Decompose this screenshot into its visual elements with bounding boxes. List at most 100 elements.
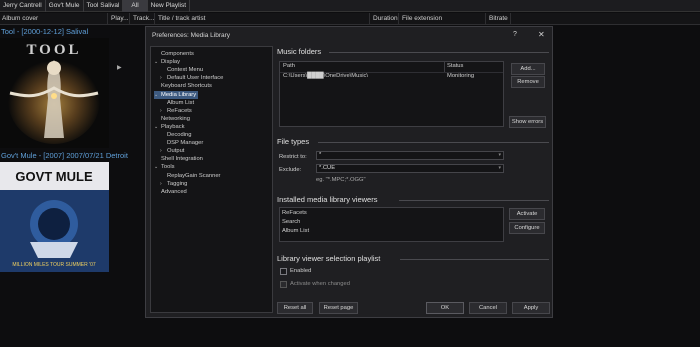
col-track[interactable]: Track... bbox=[131, 13, 155, 25]
reset-all-button[interactable]: Reset all bbox=[277, 302, 313, 314]
tree-item-label: ReFacets bbox=[167, 107, 192, 114]
tree-item-label: Playback bbox=[161, 123, 185, 130]
restrict-to-input[interactable]: * ▾ bbox=[316, 151, 504, 160]
col-status-header[interactable]: Status bbox=[447, 63, 463, 69]
tree-item-default-user-interface[interactable]: › Default User Interface bbox=[160, 74, 223, 82]
tree-item-label: Components bbox=[161, 51, 194, 57]
tree-item-label: Tagging bbox=[167, 180, 188, 187]
now-playing-icon: ▶ bbox=[117, 65, 122, 71]
chevron-down-icon[interactable]: ⌄ bbox=[154, 163, 161, 171]
enabled-checkbox[interactable] bbox=[280, 268, 287, 275]
tree-item-refacets[interactable]: › ReFacets bbox=[160, 107, 192, 115]
chevron-down-icon[interactable]: ⌄ bbox=[154, 58, 161, 66]
tree-item-display[interactable]: ⌄ Display bbox=[154, 58, 180, 66]
viewers-list[interactable]: ReFacets Search Album List bbox=[279, 207, 504, 242]
show-errors-button[interactable]: Show errors bbox=[509, 116, 546, 128]
music-folders-list[interactable]: Path Status C:\Users\████\OneDrive\Music… bbox=[279, 61, 504, 127]
exclude-value: *.CUE bbox=[319, 165, 336, 171]
file-types-hint: eg. "*.MPC;*.OGG" bbox=[316, 177, 366, 183]
chevron-down-icon[interactable]: ▾ bbox=[498, 152, 501, 159]
tree-item-label: Default User Interface bbox=[167, 75, 224, 82]
tab-tool-salival[interactable]: Tool Salival bbox=[84, 0, 124, 12]
ok-button[interactable]: OK bbox=[426, 302, 464, 314]
col-playing[interactable]: Play... bbox=[109, 13, 130, 25]
tab-govt-mule[interactable]: Gov't Mule bbox=[46, 0, 84, 12]
tab-new-playlist[interactable]: New Playlist bbox=[148, 0, 191, 12]
group-title-govt-mule: Gov't Mule - [2007] 2007/07/21 Detroit bbox=[1, 151, 128, 160]
help-button[interactable]: ? bbox=[513, 31, 517, 38]
svg-text:MILLION MILES TOUR SUMMER '07: MILLION MILES TOUR SUMMER '07 bbox=[12, 262, 96, 268]
col-title[interactable]: Title / track artist bbox=[156, 13, 370, 25]
tree-item-label: Context Menu bbox=[167, 67, 204, 74]
chevron-right-icon[interactable]: › bbox=[160, 147, 167, 155]
preferences-dialog: Preferences: Media Library ? ✕ Component… bbox=[145, 26, 553, 318]
col-duration[interactable]: Duration bbox=[371, 13, 399, 25]
tab-jerry-cantrell[interactable]: Jerry Cantrell bbox=[0, 0, 46, 12]
exclude-input[interactable]: *.CUE ▾ bbox=[316, 164, 504, 173]
tree-item-label: ReplayGain Scanner bbox=[167, 172, 221, 179]
viewers-heading: Installed media library viewers bbox=[277, 195, 378, 204]
reset-page-button[interactable]: Reset page bbox=[319, 302, 358, 314]
tab-all[interactable]: All bbox=[123, 0, 148, 12]
tree-item-replaygain-scanner[interactable]: ReplayGain Scanner bbox=[160, 172, 221, 180]
remove-folder-button[interactable]: Remove bbox=[511, 76, 545, 88]
chevron-right-icon[interactable]: › bbox=[160, 74, 167, 82]
tree-item-playback[interactable]: ⌄ Playback bbox=[154, 123, 185, 131]
activate-changed-checkbox[interactable] bbox=[280, 281, 287, 288]
viewer-item-search[interactable]: Search bbox=[282, 219, 300, 225]
tree-item-dsp-manager[interactable]: DSP Manager bbox=[160, 139, 203, 147]
preferences-tree: Components ⌄ Display Context Menu › Default U… bbox=[150, 46, 273, 313]
album-art-tool-text: TOOL bbox=[26, 42, 81, 58]
music-folders-heading: Music folders bbox=[277, 47, 322, 56]
activate-changed-label: Activate when changed bbox=[290, 281, 350, 287]
column-header: Album cover Play... Track... Title / tra… bbox=[0, 13, 700, 25]
tree-item-output[interactable]: › Output bbox=[160, 147, 184, 155]
tree-item-label: Output bbox=[167, 148, 185, 155]
tree-item-keyboard-shortcuts[interactable]: Keyboard Shortcuts bbox=[154, 82, 212, 90]
viewer-item-album-list[interactable]: Album List bbox=[282, 228, 309, 234]
viewer-item-refacets[interactable]: ReFacets bbox=[282, 210, 307, 216]
tree-item-label: Networking bbox=[161, 115, 190, 122]
tree-item-tagging[interactable]: › Tagging bbox=[160, 180, 187, 188]
album-art-govt-mule: GOVT MULE MILLION MILES TOUR SUMMER '07 bbox=[0, 162, 109, 272]
chevron-down-icon[interactable]: ⌄ bbox=[154, 91, 161, 99]
tree-item-label: DSP Manager bbox=[167, 140, 204, 147]
viewers-divider bbox=[399, 200, 549, 201]
restrict-to-value: * bbox=[319, 152, 322, 158]
file-types-heading: File types bbox=[277, 137, 310, 146]
playlist-tab-bar: Jerry Cantrell Gov't Mule Tool Salival A… bbox=[0, 0, 700, 12]
tree-item-context-menu[interactable]: Context Menu bbox=[160, 66, 203, 74]
tree-item-shell-integration[interactable]: Shell Integration bbox=[154, 155, 203, 163]
exclude-label: Exclude: bbox=[279, 167, 302, 173]
col-file-extension[interactable]: File extension bbox=[400, 13, 486, 25]
close-button[interactable]: ✕ bbox=[538, 30, 545, 39]
cancel-button[interactable]: Cancel bbox=[469, 302, 507, 314]
file-types-divider bbox=[318, 142, 549, 143]
add-folder-button[interactable]: Add... bbox=[511, 63, 545, 75]
tree-item-decoding[interactable]: Decoding bbox=[160, 131, 192, 139]
tree-item-advanced[interactable]: Advanced bbox=[154, 188, 187, 196]
configure-button[interactable]: Configure bbox=[509, 222, 545, 234]
chevron-right-icon[interactable]: › bbox=[160, 107, 167, 115]
tree-item-label: Shell Integration bbox=[161, 156, 203, 163]
tree-item-label: Display bbox=[161, 59, 181, 66]
tree-item-components[interactable]: Components bbox=[154, 50, 194, 58]
col-album-cover[interactable]: Album cover bbox=[0, 13, 108, 25]
tree-item-album-list[interactable]: Album List bbox=[160, 99, 194, 107]
apply-button[interactable]: Apply bbox=[512, 302, 550, 314]
tree-item-label: Album List bbox=[167, 99, 195, 106]
chevron-right-icon[interactable]: › bbox=[160, 180, 167, 188]
tree-item-label: Media Library bbox=[161, 91, 197, 98]
col-bitrate[interactable]: Bitrate bbox=[487, 13, 511, 25]
tree-item-tools[interactable]: ⌄ Tools bbox=[154, 163, 175, 171]
chevron-down-icon[interactable]: ⌄ bbox=[154, 123, 161, 131]
folder-status: Monitoring bbox=[447, 73, 475, 79]
playlist-divider bbox=[400, 259, 549, 260]
folder-path[interactable]: C:\Users\████\OneDrive\Music\ bbox=[283, 73, 368, 79]
activate-button[interactable]: Activate bbox=[509, 208, 545, 220]
tree-item-networking[interactable]: Networking bbox=[154, 115, 190, 123]
music-folders-divider bbox=[329, 52, 549, 53]
tree-item-media-library[interactable]: ⌄ Media Library bbox=[154, 90, 199, 99]
chevron-down-icon[interactable]: ▾ bbox=[498, 165, 501, 172]
col-path-header[interactable]: Path bbox=[283, 63, 295, 69]
